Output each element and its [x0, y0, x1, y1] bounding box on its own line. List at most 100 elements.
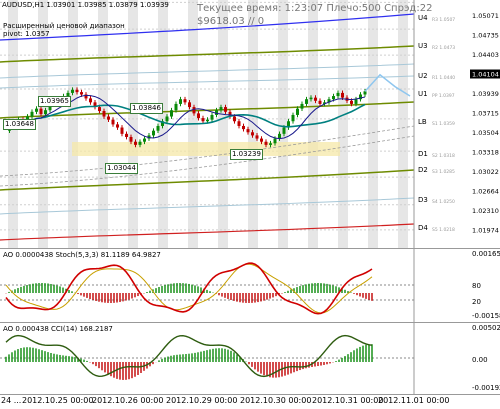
candle-body	[183, 99, 187, 103]
candle-body	[206, 119, 209, 122]
candle-body	[260, 138, 263, 142]
level-labels: U4 U3 U2 U1 LB D1 D2 D3 D4 R3 1.0507 R2 1.0473 R1 1…	[418, 14, 455, 233]
candle-body	[332, 96, 335, 100]
session-band	[368, 0, 378, 248]
stochastic-panel[interactable]: AO 0.0000438 Stoch(5,3,3) 81.1189 64.982…	[0, 248, 500, 322]
candle-body	[102, 111, 106, 117]
candle-body	[116, 124, 119, 128]
candle-body	[107, 116, 110, 120]
cci-scale-zero: 0.00	[472, 356, 488, 364]
candle-body	[282, 127, 286, 134]
candle-body	[269, 143, 272, 145]
time-label-0: 24 ...	[1, 396, 22, 405]
candle-body	[179, 99, 182, 104]
symbol-ohlc: AUDUSD,H1 1.03901 1.03985 1.03879 1.0393…	[2, 1, 169, 9]
time-label-1: 2012.10.25 00:00	[22, 396, 94, 405]
candle-body	[129, 136, 133, 142]
level-label: LB	[418, 118, 427, 126]
candle-body	[30, 111, 34, 117]
time-label-2: 2012.10.26 00:00	[92, 396, 164, 405]
candle-body	[336, 92, 340, 97]
candle-body	[219, 107, 223, 111]
candle-body	[314, 97, 317, 101]
server-info: Текущее время: 1:23:07 Плечо:500 Спрэд:2…	[197, 3, 433, 14]
session-band	[338, 0, 348, 248]
pivot-scale-label: S2 1.0318	[432, 153, 455, 159]
balance-info: $9618.03 // 0	[197, 16, 265, 27]
candle-body	[296, 108, 299, 115]
candle-body	[305, 99, 308, 104]
candle-body	[201, 118, 205, 122]
price-scale-label: 1.04403	[472, 51, 499, 59]
time-label-4: 2012.10.30 00:00	[240, 396, 312, 405]
candle-body	[242, 125, 245, 130]
price-scale-label: 1.03939	[472, 90, 499, 98]
candle-body	[152, 130, 155, 136]
level-label: U3	[418, 42, 428, 50]
level-label: D2	[418, 166, 428, 174]
price-scale-label: 1.02310	[472, 207, 499, 215]
price-box-left: 1.03648	[3, 119, 36, 130]
level-label: U1	[418, 90, 428, 98]
candle-body	[197, 113, 200, 119]
cci-scale-top: 0.00502	[472, 324, 500, 332]
extended-range-title: Расширенный ценовой диапазон	[3, 22, 125, 30]
candle-body	[354, 99, 358, 104]
candle-body	[255, 135, 259, 139]
candle-body	[273, 138, 277, 144]
session-band	[398, 0, 408, 248]
candle-body	[35, 108, 38, 112]
stoch-scale-top: 0.00165	[472, 250, 500, 258]
candle-body	[237, 121, 241, 126]
candle-body	[300, 103, 304, 109]
session-band	[278, 0, 288, 248]
candle-body	[156, 125, 160, 131]
pivot-scale-label: R1 1.0440	[432, 75, 455, 81]
candle-body	[309, 97, 313, 100]
band-line	[0, 223, 415, 241]
pivot-scale-label: R2 1.0473	[432, 45, 455, 51]
candle-body	[174, 103, 178, 111]
candle-body	[138, 141, 142, 145]
candle-body	[134, 141, 137, 145]
time-label-3: 2012.10.29 00:00	[166, 396, 238, 405]
price-chart-canvas[interactable]: 1.05071 1.04735 1.04403 1.04104 1.03939 1.037…	[0, 0, 500, 248]
pivot-scale-label: S4 1.0250	[432, 199, 455, 205]
cci-header: AO 0.000438 CCI(14) 168.2187	[3, 325, 113, 333]
session-band	[98, 0, 108, 248]
candle-body	[233, 116, 236, 122]
candle-body	[89, 98, 92, 103]
price-box-low: 1.03044	[105, 163, 138, 174]
time-label-5: 2012.10.31 00:00	[312, 396, 384, 405]
candle-body	[246, 129, 250, 133]
time-axis: 24 ... 2012.10.25 00:00 2012.10.26 00:00…	[0, 394, 500, 409]
candle-body	[341, 92, 344, 98]
session-band	[128, 0, 138, 248]
pivot-scale-label: R3 1.0507	[432, 17, 455, 23]
price-scale: 1.05071 1.04735 1.04403 1.04104 1.03939 1.037…	[470, 12, 500, 235]
price-scale-label: 1.03504	[472, 129, 499, 137]
envelope-bands	[0, 13, 415, 241]
price-scale-label: 1.02664	[472, 188, 499, 196]
pivot-scale-label: S3 1.0285	[432, 169, 455, 175]
candle-body	[98, 107, 101, 112]
price-scale-label: 1.03022	[472, 168, 499, 176]
cci-panel[interactable]: AO 0.000438 CCI(14) 168.2187 0.00502 0.0…	[0, 322, 500, 394]
stochastic-canvas[interactable]	[0, 248, 500, 322]
candle-body	[170, 110, 173, 117]
band-line	[0, 197, 415, 215]
candle-body	[120, 127, 124, 134]
candle-body	[111, 119, 115, 125]
price-box-low2: 1.03239	[230, 149, 263, 160]
price-chart-panel[interactable]: 1.05071 1.04735 1.04403 1.04104 1.03939 1.037…	[0, 0, 500, 248]
candle-body	[125, 133, 128, 137]
candle-body	[71, 89, 74, 93]
candle-body	[224, 107, 227, 112]
candle-body	[75, 89, 79, 93]
time-label-6: 2012.11.01 00:00	[378, 396, 450, 405]
candle-body	[143, 138, 146, 142]
stoch-scale-20: 20	[472, 298, 481, 306]
candle-body	[165, 116, 169, 122]
session-band	[218, 0, 228, 248]
level-label: D4	[418, 224, 428, 232]
